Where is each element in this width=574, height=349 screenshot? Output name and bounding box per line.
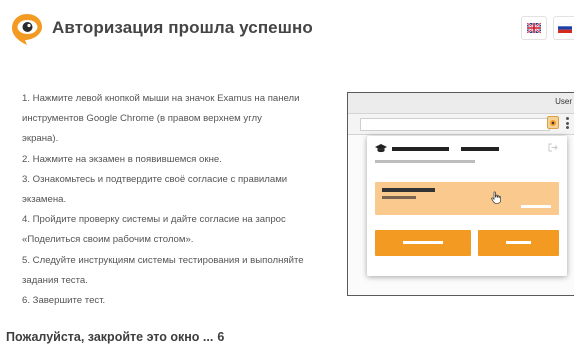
examus-extension-icon — [547, 116, 559, 129]
instruction-line: задания теста. — [22, 274, 88, 286]
popup-secondary-button — [478, 230, 559, 256]
instruction-line: инструментов Google Chrome (в правом вер… — [22, 113, 262, 125]
uk-flag-icon — [527, 23, 541, 33]
browser-titlebar — [348, 93, 574, 113]
exam-name-placeholder — [382, 188, 435, 192]
exam-card — [375, 182, 559, 215]
page-title: Авторизация прошла успешно — [52, 18, 313, 37]
graduation-cap-icon — [375, 144, 387, 153]
instruction-line: «Поделиться своим рабочим столом». — [22, 234, 194, 246]
instructions-list: 1. Нажмите левой кнопкой мыши на значок … — [22, 89, 334, 311]
browser-menu-icon — [566, 117, 569, 129]
language-ru-button[interactable] — [553, 16, 574, 40]
instruction-line: 6. Завершите тест. — [22, 295, 106, 307]
hand-cursor-icon — [491, 191, 501, 204]
exam-action-placeholder — [521, 205, 551, 208]
instruction-line: 2. Нажмите на экзамен в появившемся окне… — [22, 153, 222, 165]
extension-popup — [367, 136, 567, 276]
browser-illustration: User — [347, 92, 574, 296]
close-window-message: Пожалуйста, закройте это окно ... 6 — [6, 330, 224, 344]
examus-logo-icon — [12, 14, 42, 45]
instruction-line: экзамена. — [22, 194, 67, 206]
popup-title-placeholder — [392, 147, 449, 151]
instruction-line: 5. Следуйте инструкциям системы тестиров… — [22, 254, 304, 266]
popup-primary-button — [375, 230, 471, 256]
instruction-line: 1. Нажмите левой кнопкой мыши на значок … — [22, 93, 300, 104]
language-en-button[interactable] — [521, 16, 547, 40]
popup-title-placeholder — [461, 147, 499, 151]
close-window-text: Пожалуйста, закройте это окно ... — [6, 330, 214, 344]
popup-subtitle-placeholder — [375, 160, 475, 163]
instruction-line: 4. Пройдите проверку системы и дайте сог… — [22, 214, 286, 226]
russia-flag-icon — [558, 23, 572, 33]
browser-user-label: User — [555, 97, 572, 106]
exam-info-placeholder — [382, 196, 416, 199]
address-bar — [360, 118, 550, 131]
instruction-line: 3. Ознакомьтесь и подтвердите своё согла… — [22, 173, 288, 185]
instruction-line: экрана). — [22, 133, 59, 145]
countdown-value: 6 — [217, 330, 225, 344]
logout-icon — [548, 143, 558, 152]
